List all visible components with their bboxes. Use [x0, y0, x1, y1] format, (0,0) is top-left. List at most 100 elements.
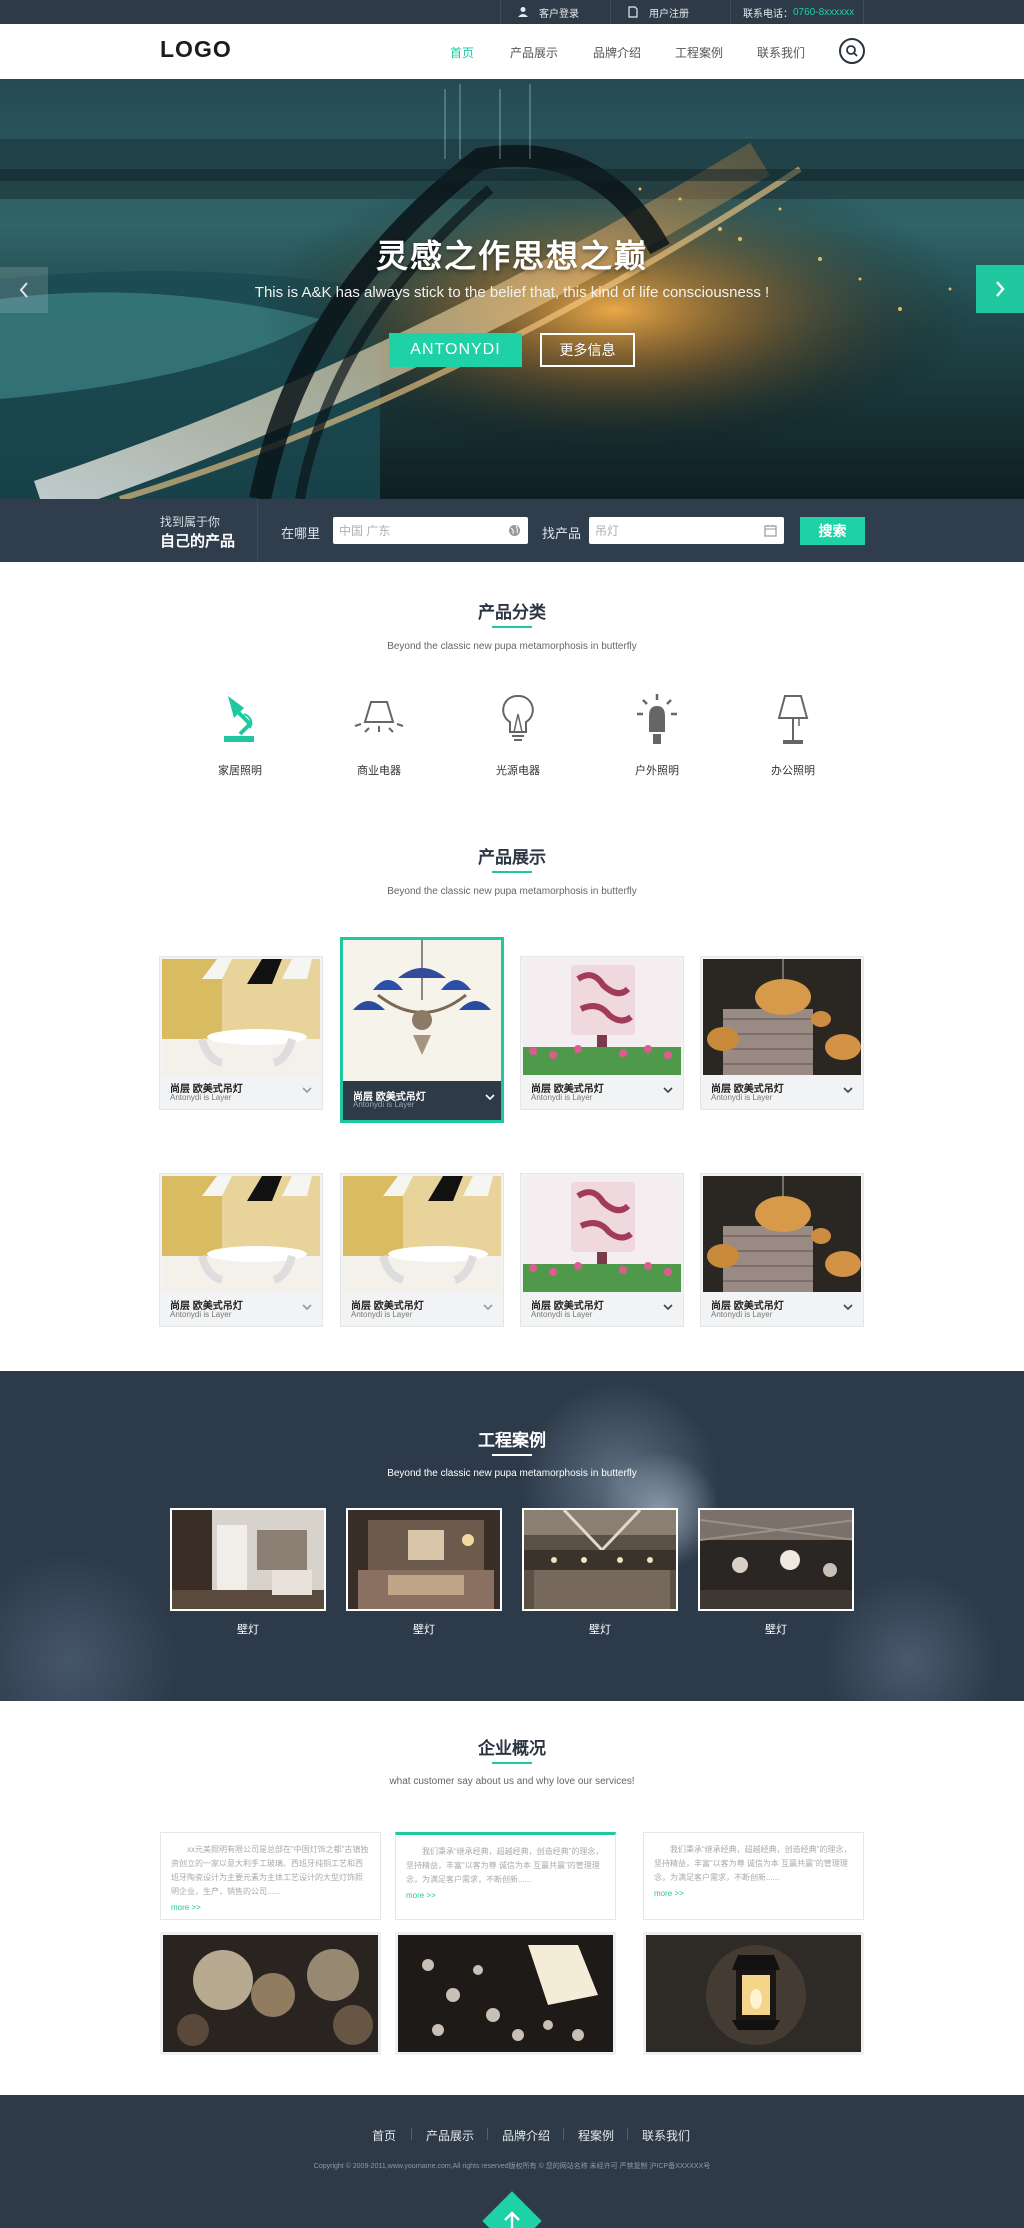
company-photo-bokeh: [160, 1932, 381, 2055]
slider-prev-button[interactable]: [0, 267, 48, 313]
product-card[interactable]: 尚层 欧美式吊灯 Antonydi is Layer: [700, 1173, 864, 1327]
product-desc: Antonydi is Layer: [353, 1100, 415, 1109]
case-image-living-room[interactable]: [346, 1508, 502, 1611]
product-desc: Antonydi is Layer: [531, 1093, 593, 1102]
header-search-button[interactable]: [839, 38, 865, 64]
logo[interactable]: LOGO: [160, 36, 232, 63]
company-text: xx元美照明有限公司是总部在“中国灯饰之都”古镇独资创立的一家以意大利手工玻璃、…: [171, 1845, 369, 1896]
register-label: 用户注册: [649, 8, 689, 20]
company-photo-lantern: [643, 1932, 864, 2055]
categories-title-underline: [492, 626, 532, 628]
nav-brand[interactable]: 品牌介绍: [593, 44, 641, 61]
desk-lamp-icon: [224, 696, 254, 742]
footer-nav-products[interactable]: 产品展示: [426, 2127, 474, 2144]
category-home-lighting[interactable]: 家居照明: [195, 690, 285, 778]
product-desc: Antonydi is Layer: [531, 1310, 593, 1319]
hero-more-info-button[interactable]: 更多信息: [540, 333, 635, 367]
chevron-down-icon[interactable]: [483, 1302, 493, 1312]
chevron-down-icon[interactable]: [302, 1302, 312, 1312]
categories-title: 产品分类: [478, 603, 546, 622]
nav-cases[interactable]: 工程案例: [675, 44, 723, 61]
search-tagline-top: 找到属于你: [160, 515, 221, 529]
nav-home[interactable]: 首页: [450, 44, 474, 61]
nav-products[interactable]: 产品展示: [510, 44, 558, 61]
footer-nav-brand[interactable]: 品牌介绍: [502, 2127, 550, 2144]
login-label: 客户登录: [539, 8, 579, 20]
footer-nav-separator: [487, 2128, 488, 2140]
location-input[interactable]: 中国 广东: [333, 517, 528, 544]
search-tagline-bottom: 自己的产品: [160, 533, 236, 550]
footer-nav-contact[interactable]: 联系我们: [642, 2127, 690, 2144]
category-commercial[interactable]: 商业电器: [334, 690, 424, 778]
case-image-mall[interactable]: [522, 1508, 678, 1611]
search-divider: [257, 499, 258, 562]
chevron-down-icon[interactable]: [485, 1092, 495, 1102]
products-title-underline: [492, 871, 532, 873]
company-text: 我们秉承“继承经典，超越经典，创造经典”的理念，坚持精益，丰富“以客为尊 诚信为…: [406, 1847, 604, 1884]
hero-primary-button[interactable]: ANTONYDI: [389, 333, 522, 367]
category-outdoor[interactable]: 户外照明: [612, 690, 702, 778]
product-input[interactable]: 吊灯: [589, 517, 784, 544]
product-image-dining: [343, 1176, 501, 1292]
case-label: 壁灯: [589, 1624, 611, 1636]
login-link[interactable]: 客户登录: [500, 0, 610, 24]
phone-label: 联系电话：: [743, 8, 793, 20]
category-label: 户外照明: [635, 765, 679, 777]
document-icon: [628, 6, 638, 18]
case-image-hallway[interactable]: [170, 1508, 326, 1611]
product-card[interactable]: 尚层 欧美式吊灯 Antonydi is Layer: [159, 1173, 323, 1327]
site-footer: 首页 产品展示 品牌介绍 程案例 联系我们 Copyright © 2009-2…: [0, 2095, 1024, 2228]
product-card[interactable]: 尚层 欧美式吊灯 Antonydi is Layer: [520, 956, 684, 1110]
product-desc: Antonydi is Layer: [711, 1310, 773, 1319]
company-text-card-active: 我们秉承“继承经典，超越经典，创造经典”的理念，坚持精益，丰富“以客为尊 诚信为…: [395, 1832, 616, 1920]
more-link[interactable]: more >>: [406, 1891, 605, 1900]
footer-nav-separator: [411, 2128, 412, 2140]
product-card[interactable]: 尚层 欧美式吊灯 Antonydi is Layer: [340, 1173, 504, 1327]
category-label: 办公照明: [771, 765, 815, 777]
hero-banner: 灵感之作思想之巅 This is A&K has always stick to…: [0, 79, 1024, 499]
chevron-down-icon[interactable]: [302, 1085, 312, 1095]
more-link[interactable]: more >>: [654, 1889, 853, 1898]
location-input-placeholder: 中国 广东: [339, 524, 391, 538]
company-subtitle: what customer say about us and why love …: [389, 1776, 635, 1787]
site-header: LOGO 首页 产品展示 品牌介绍 工程案例 联系我们: [0, 24, 1024, 79]
where-label: 在哪里: [281, 526, 321, 541]
phone-info: 联系电话： 0760-8xxxxxx: [730, 0, 864, 24]
products-subtitle: Beyond the classic new pupa metamorphosi…: [387, 886, 637, 897]
light-bulb-icon: [502, 694, 534, 741]
case-image-stage[interactable]: [698, 1508, 854, 1611]
footer-nav-separator: [627, 2128, 628, 2140]
footer-nav-home[interactable]: 首页: [372, 2127, 396, 2144]
register-link[interactable]: 用户注册: [610, 0, 720, 24]
footer-nav-cases[interactable]: 程案例: [578, 2127, 614, 2144]
find-product-label: 找产品: [542, 526, 582, 541]
product-desc: Antonydi is Layer: [170, 1310, 232, 1319]
back-to-top-button[interactable]: [482, 2191, 542, 2228]
company-title: 企业概况: [478, 1739, 546, 1758]
chevron-right-icon: [996, 281, 1005, 297]
product-card[interactable]: 尚层 欧美式吊灯 Antonydi is Layer: [159, 956, 323, 1110]
slider-next-button[interactable]: [976, 265, 1024, 313]
category-light-source[interactable]: 光源电器: [473, 690, 563, 778]
chevron-down-icon[interactable]: [663, 1302, 673, 1312]
product-card[interactable]: 尚层 欧美式吊灯 Antonydi is Layer: [520, 1173, 684, 1327]
outdoor-light-icon: [637, 694, 677, 744]
product-input-placeholder: 吊灯: [595, 524, 620, 538]
category-label: 家居照明: [218, 765, 262, 777]
case-label: 壁灯: [765, 1624, 787, 1636]
hero-subtitle: This is A&K has always stick to the beli…: [254, 284, 770, 301]
category-office[interactable]: 办公照明: [748, 690, 838, 778]
product-card[interactable]: 尚层 欧美式吊灯 Antonydi is Layer: [700, 956, 864, 1110]
categories-subtitle: Beyond the classic new pupa metamorphosi…: [387, 641, 637, 652]
nav-contact[interactable]: 联系我们: [757, 44, 805, 61]
chevron-down-icon[interactable]: [843, 1085, 853, 1095]
more-link[interactable]: more >>: [171, 1903, 370, 1912]
company-photo-crystal: [395, 1932, 616, 2055]
table-lamp-icon: [777, 695, 809, 744]
user-icon: [518, 7, 528, 17]
category-label: 光源电器: [496, 765, 540, 777]
search-submit-button[interactable]: 搜索: [800, 517, 865, 545]
chevron-down-icon[interactable]: [663, 1085, 673, 1095]
chevron-down-icon[interactable]: [843, 1302, 853, 1312]
product-card-active[interactable]: 尚层 欧美式吊灯 Antonydi is Layer: [340, 937, 504, 1123]
